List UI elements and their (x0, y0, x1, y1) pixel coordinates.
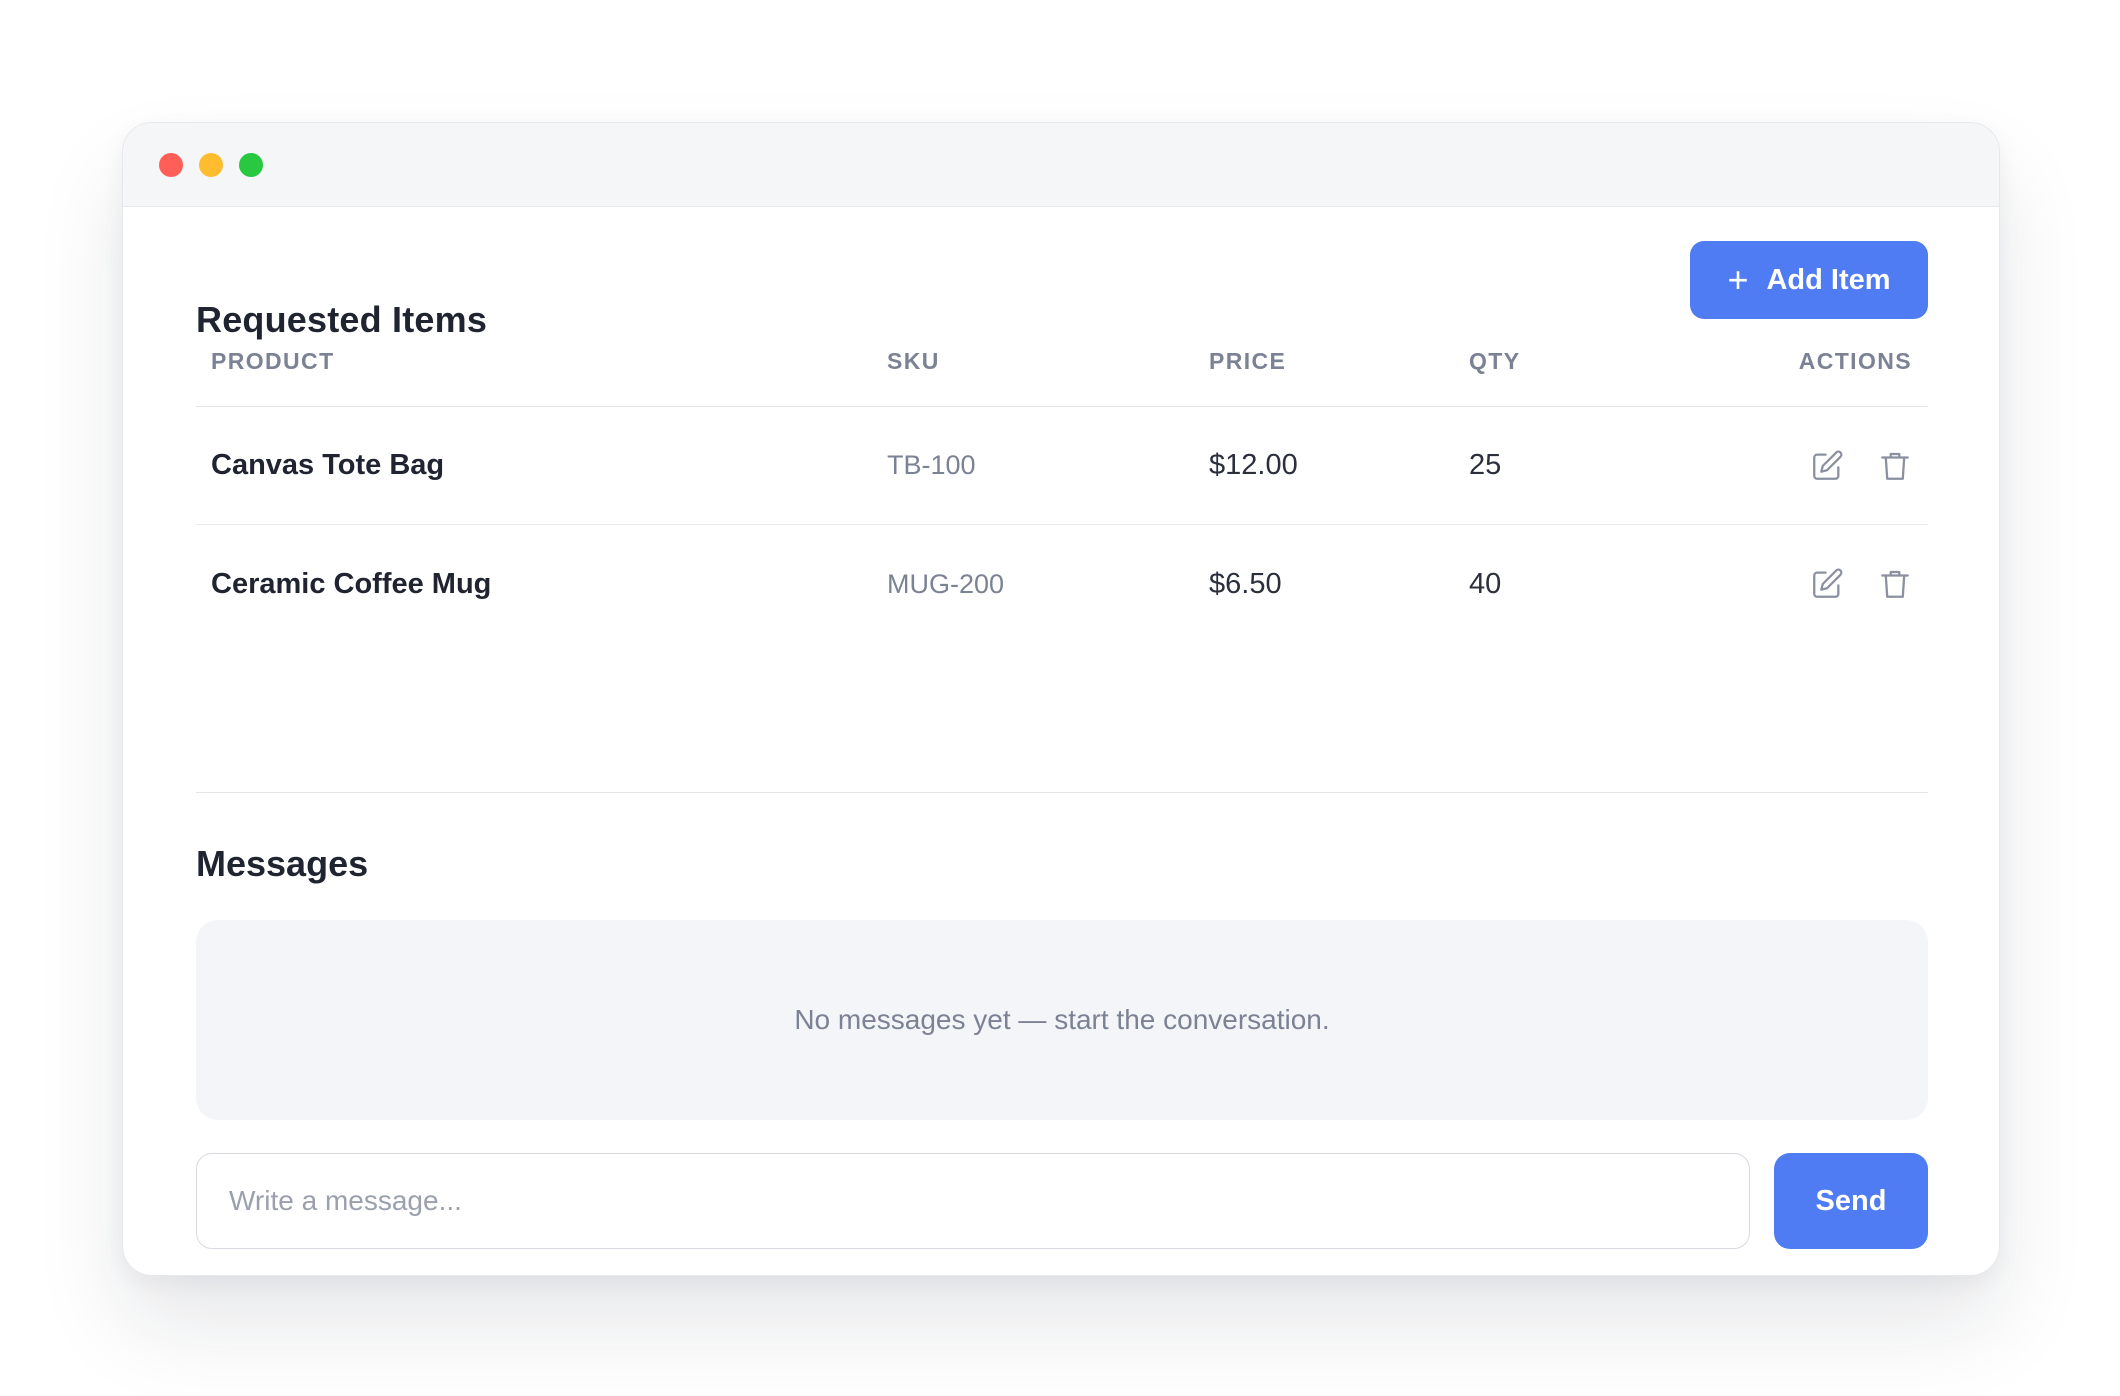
table-row: Ceramic Coffee Mug MUG-200 $6.50 40 (196, 525, 1928, 643)
product-name: Canvas Tote Bag (211, 449, 445, 481)
product-name: Ceramic Coffee Mug (211, 567, 492, 600)
add-item-button[interactable]: + Add Item (1690, 241, 1928, 319)
message-composer: Send (196, 1153, 1928, 1249)
column-header-price: PRICE (1209, 348, 1287, 374)
plus-icon: + (1727, 259, 1749, 300)
messages-title: Messages (196, 843, 369, 884)
title-bar (123, 123, 1999, 207)
column-header-sku: SKU (887, 348, 940, 374)
product-price: $12.00 (1209, 449, 1298, 481)
product-qty: 25 (1469, 449, 1502, 481)
edit-icon[interactable] (1810, 567, 1844, 601)
row-actions (1776, 407, 1912, 524)
empty-messages-text: No messages yet — start the conversation… (794, 1004, 1330, 1035)
trash-icon[interactable] (1878, 449, 1912, 483)
send-button[interactable]: Send (1774, 1153, 1928, 1249)
maximize-window-button[interactable] (239, 152, 263, 177)
product-qty: 40 (1469, 567, 1502, 600)
minimize-window-button[interactable] (199, 152, 223, 177)
add-item-label: Add Item (1766, 263, 1891, 296)
column-header-product: PRODUCT (211, 348, 335, 374)
trash-icon[interactable] (1878, 567, 1912, 601)
row-actions (1776, 525, 1912, 643)
product-price: $6.50 (1209, 567, 1282, 600)
column-header-actions: ACTIONS (1798, 348, 1912, 374)
app-window: Requested Items + Add Item PRODUCT SKU P… (122, 122, 2000, 1276)
close-window-button[interactable] (159, 152, 183, 177)
section-divider (196, 792, 1928, 793)
messages-panel: No messages yet — start the conversation… (196, 920, 1928, 1120)
table-row: Canvas Tote Bag TB-100 $12.00 25 (196, 407, 1928, 525)
column-header-qty: QTY (1469, 348, 1521, 374)
message-input[interactable] (196, 1153, 1750, 1249)
items-table: PRODUCT SKU PRICE QTY ACTIONS Canvas Tot… (196, 317, 1928, 643)
product-sku: TB-100 (887, 450, 976, 480)
edit-icon[interactable] (1810, 449, 1844, 483)
table-header-row: PRODUCT SKU PRICE QTY ACTIONS (196, 317, 1928, 407)
product-sku: MUG-200 (887, 568, 1005, 599)
